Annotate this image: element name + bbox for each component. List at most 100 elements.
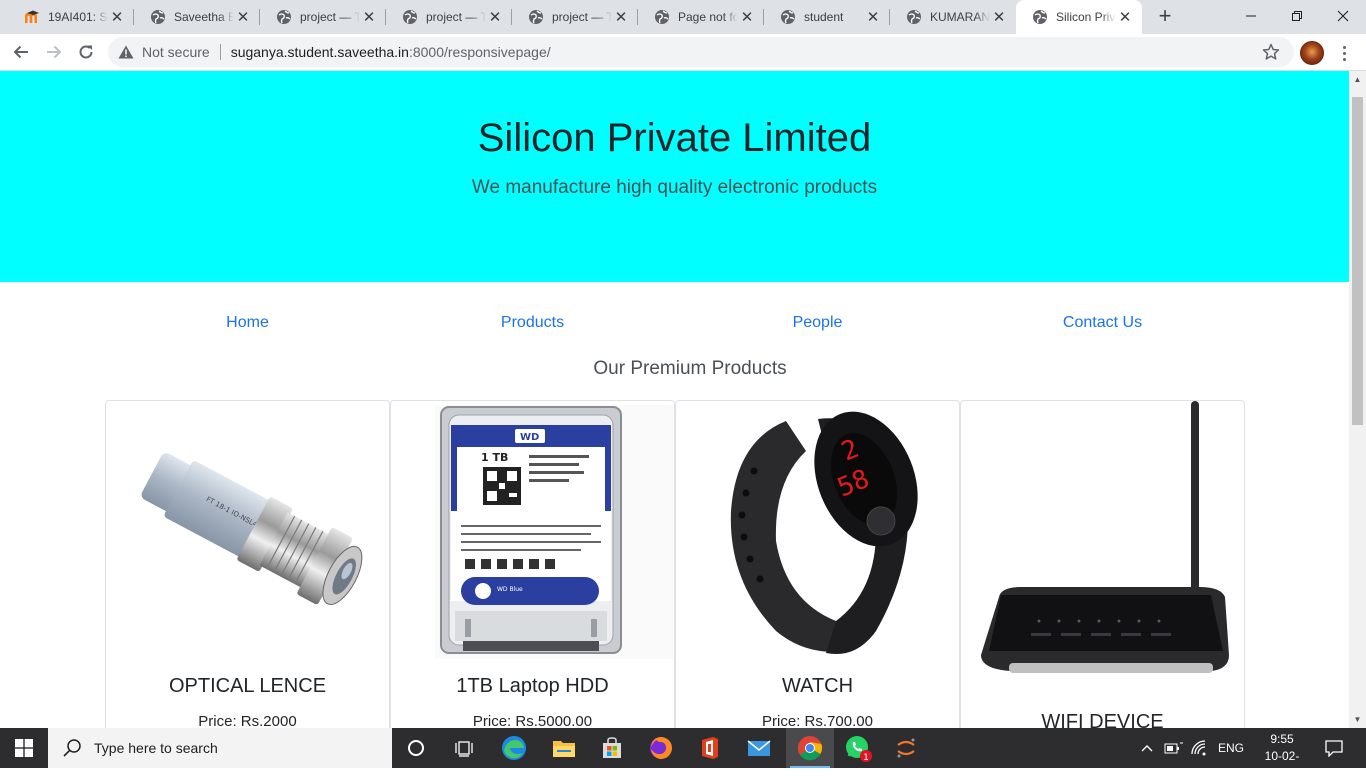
network-battery-icon[interactable]	[1164, 741, 1184, 755]
browser-tab[interactable]: 19AI401: SA ✕	[8, 0, 134, 34]
nav-link-products[interactable]: Products	[390, 314, 675, 340]
jupyter-icon	[897, 738, 915, 758]
mail-app-button[interactable]	[735, 728, 783, 768]
page-scrollbar[interactable]: ▲ ▼	[1349, 71, 1366, 728]
moodle-icon	[24, 9, 40, 25]
close-icon[interactable]: ✕	[738, 8, 756, 26]
product-name: OPTICAL LENCE	[168, 675, 327, 697]
close-window-button[interactable]	[1320, 0, 1366, 32]
close-icon[interactable]: ✕	[234, 8, 252, 26]
security-label[interactable]: Not secure	[142, 44, 210, 60]
browser-menu-button[interactable]	[1337, 41, 1351, 65]
start-button[interactable]	[0, 728, 48, 768]
wifi-router-image	[981, 401, 1229, 673]
hdd-capacity-label: 1 TB	[481, 451, 508, 464]
file-explorer-button[interactable]	[540, 728, 588, 768]
close-icon[interactable]: ✕	[360, 8, 378, 26]
globe-icon	[654, 9, 670, 25]
product-price: Price: Rs.700.00	[762, 713, 873, 728]
forward-button[interactable]	[40, 38, 68, 66]
product-card[interactable]: WD 1 TB WD Blue 1TB Laptop HDD Price: Rs…	[390, 400, 675, 728]
warning-icon	[118, 44, 134, 60]
hard-drive-image: WD 1 TB WD Blue	[435, 405, 673, 659]
cortana-button[interactable]	[392, 728, 440, 768]
product-name: 1TB Laptop HDD	[456, 675, 609, 697]
taskbar-search-box[interactable]: Type here to search	[48, 728, 392, 768]
bookmark-star-icon[interactable]	[1262, 43, 1280, 61]
browser-tab[interactable]: KUMARAN ✕	[890, 0, 1016, 34]
close-icon[interactable]: ✕	[864, 8, 882, 26]
search-placeholder: Type here to search	[94, 740, 218, 756]
profile-avatar[interactable]	[1300, 41, 1324, 65]
browser-tab[interactable]: project — T ✕	[260, 0, 386, 34]
notifications-button[interactable]	[1310, 728, 1358, 768]
task-view-button[interactable]	[440, 728, 488, 768]
globe-icon	[780, 9, 796, 25]
product-card[interactable]: 2 58 WATCH Price: Rs.700.00	[675, 400, 960, 728]
chrome-app-button[interactable]	[786, 728, 834, 768]
wifi-icon[interactable]	[1190, 740, 1208, 756]
reload-button[interactable]	[72, 38, 100, 66]
clock-date: 10-02-2021	[1264, 749, 1300, 780]
reload-icon	[79, 45, 93, 59]
firefox-app-button[interactable]	[637, 728, 685, 768]
tab-title: student	[804, 10, 844, 24]
nav-link-contact[interactable]: Contact Us	[960, 314, 1245, 340]
product-card[interactable]: FT 18-1 IO-NSL4 OPTICAL LENCE Price: Rs.…	[105, 400, 390, 728]
product-price: Price: Rs.2000	[198, 713, 297, 728]
close-icon[interactable]: ✕	[990, 8, 1008, 26]
browser-tab[interactable]: Saveetha Engineering ✕	[134, 0, 260, 34]
close-icon[interactable]: ✕	[108, 8, 126, 26]
close-icon[interactable]: ✕	[612, 8, 630, 26]
browser-tab[interactable]: project — T ✕	[386, 0, 512, 34]
browser-tab-strip: 19AI401: SA ✕ Saveetha Engineering ✕ pro…	[0, 0, 1366, 34]
browser-toolbar: Not secure suganya.student.saveetha.in:8…	[0, 34, 1366, 71]
back-button[interactable]	[7, 38, 35, 66]
browser-tab[interactable]: project — T ✕	[512, 0, 638, 34]
nav-link-home[interactable]: Home	[105, 314, 390, 340]
section-title: Our Premium Products	[593, 358, 787, 379]
hdd-brand-label: WD	[520, 432, 539, 443]
product-card[interactable]: WIFI DEVICE	[960, 400, 1245, 728]
office-icon	[702, 737, 718, 759]
globe-icon	[1032, 9, 1048, 25]
chevron-up-icon[interactable]	[1140, 743, 1154, 753]
close-icon[interactable]: ✕	[1116, 8, 1134, 26]
address-bar[interactable]: Not secure suganya.student.saveetha.in:8…	[108, 37, 1294, 67]
company-title: Silicon Private Limited	[477, 116, 872, 160]
globe-icon	[276, 9, 292, 25]
arrow-left-icon	[13, 45, 28, 59]
jupyter-app-button[interactable]	[882, 728, 930, 768]
office-app-button[interactable]	[686, 728, 734, 768]
browser-tab-active[interactable]: Silicon Priva ✕	[1016, 0, 1142, 34]
hero-banner: Silicon Private Limited We manufacture h…	[0, 71, 1349, 282]
edge-icon	[502, 736, 526, 760]
nav-link-people[interactable]: People	[675, 314, 960, 340]
store-app-button[interactable]	[588, 728, 636, 768]
hdd-series-label: WD Blue	[497, 586, 523, 593]
minimize-button[interactable]	[1228, 0, 1274, 32]
restore-button[interactable]	[1274, 0, 1320, 32]
globe-icon	[528, 9, 544, 25]
site-nav: Home Products People Contact Us	[105, 314, 1245, 340]
close-icon[interactable]: ✕	[486, 8, 504, 26]
tab-title: project — T	[300, 10, 360, 24]
whatsapp-app-button[interactable]: 1	[834, 728, 882, 768]
url-host: suganya.student.saveetha.in	[230, 44, 409, 60]
tab-title: project — T	[552, 10, 612, 24]
smart-watch-image: 2 58	[730, 411, 918, 655]
tab-title: Saveetha Engineering	[174, 10, 234, 24]
product-price: Price: Rs.5000.00	[472, 713, 593, 728]
company-tagline: We manufacture high quality electronic p…	[471, 177, 878, 198]
new-tab-button[interactable]: +	[1153, 5, 1177, 29]
taskbar-clock[interactable]: 9:55 10-02-2021	[1252, 731, 1312, 782]
browser-tab[interactable]: Page not fo ✕	[638, 0, 764, 34]
minimize-icon	[1246, 15, 1256, 17]
cortana-icon	[408, 740, 424, 756]
task-view-icon	[455, 741, 473, 757]
browser-tab[interactable]: student ✕	[764, 0, 890, 34]
scrollbar-thumb[interactable]	[1352, 97, 1363, 425]
edge-app-button[interactable]	[490, 728, 538, 768]
globe-icon	[906, 9, 922, 25]
language-indicator[interactable]: ENG	[1218, 741, 1244, 755]
